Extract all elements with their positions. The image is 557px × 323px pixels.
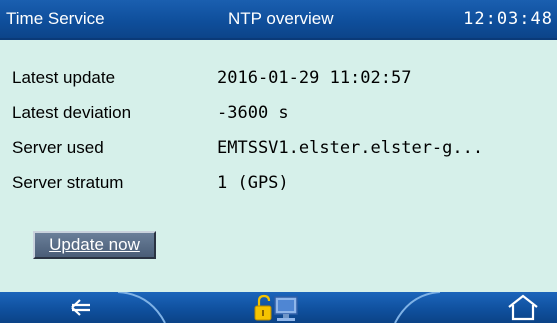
- monitor-icon: [274, 296, 298, 321]
- latest-deviation-label: Latest deviation: [12, 103, 132, 122]
- server-used-value: EMTSSV1.elster.elster-g...: [217, 138, 484, 158]
- update-now-button[interactable]: Update now: [33, 231, 156, 259]
- latest-deviation-value: -3600 s: [217, 103, 289, 123]
- latest-update-label: Latest update: [12, 68, 116, 87]
- clock: 12:03:48: [463, 9, 553, 29]
- server-used-label: Server used: [12, 138, 104, 157]
- app-name: Time Service: [6, 9, 105, 28]
- status-icons[interactable]: [250, 292, 320, 323]
- bottom-nav-bar: [0, 292, 557, 323]
- latest-update-value: 2016-01-29 11:02:57: [217, 68, 412, 88]
- page-title: NTP overview: [228, 9, 334, 28]
- left-arrow-icon: [71, 299, 90, 316]
- home-button[interactable]: [500, 292, 546, 323]
- server-stratum-label: Server stratum: [12, 173, 124, 192]
- home-icon: [508, 294, 538, 321]
- header-bar: Time Service NTP overview 12:03:48: [0, 0, 557, 40]
- padlock-icon: [254, 294, 272, 321]
- server-stratum-value: 1 (GPS): [217, 173, 289, 193]
- back-button[interactable]: [50, 292, 110, 323]
- ntp-overview-screen: Time Service NTP overview 12:03:48 Lates…: [0, 0, 557, 323]
